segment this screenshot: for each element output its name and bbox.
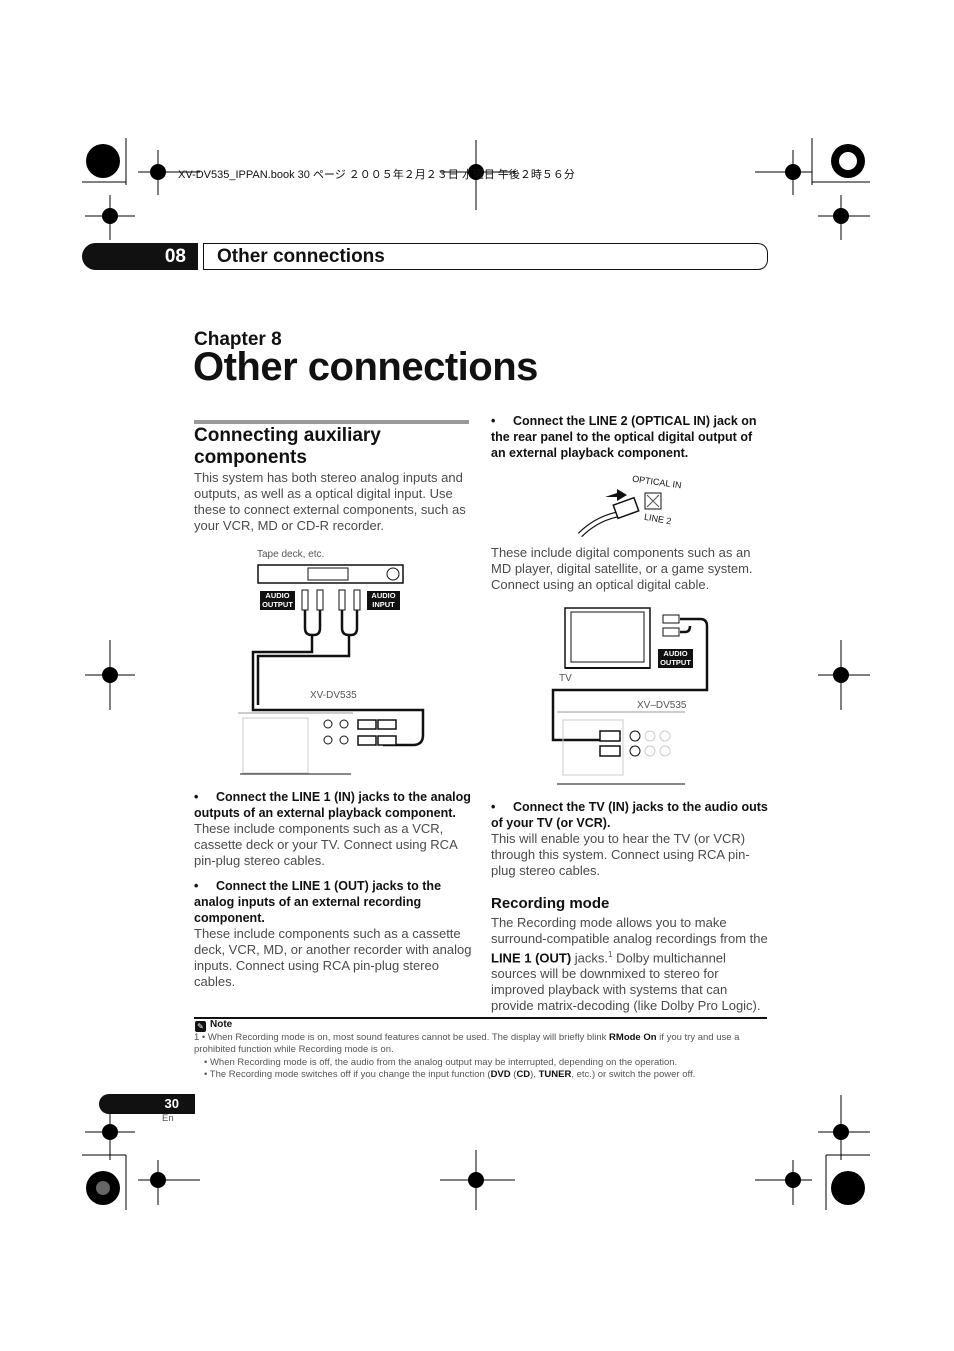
device-label: Tape deck, etc. xyxy=(257,549,325,560)
bullet-title: Connect the LINE 1 (IN) jacks to the ana… xyxy=(194,790,471,820)
audio-input-label: AUDIO INPUT xyxy=(367,591,400,610)
tv-diagram xyxy=(551,607,709,785)
bullet-title: Connect the LINE 1 (OUT) jacks to the an… xyxy=(194,879,442,925)
bullet-line1-in: • Connect the LINE 1 (IN) jacks to the an… xyxy=(194,790,471,868)
tv-icon xyxy=(564,607,651,669)
pencil-icon: ✎ xyxy=(195,1021,206,1032)
bullet-title: Connect the TV (IN) jacks to the audio o… xyxy=(491,800,768,830)
bullet-text: These include components such as a VCR, … xyxy=(194,821,458,868)
unit-label: XV-DV535 xyxy=(310,690,357,701)
section-rule xyxy=(194,420,469,424)
arrow-icon xyxy=(605,489,627,501)
tv-audio-output-label: AUDIO OUTPUT xyxy=(658,649,693,668)
bullet-text: These include components such as a casse… xyxy=(194,926,472,989)
chapter-number-tab: 08 xyxy=(82,243,198,270)
note-2: • When Recording mode is off, the audio … xyxy=(204,1057,678,1068)
page-title: Other connections xyxy=(193,345,538,389)
recording-mode-heading: Recording mode xyxy=(491,895,610,912)
rca-cables xyxy=(251,610,425,747)
bullet-line1-out: • Connect the LINE 1 (OUT) jacks to the a… xyxy=(194,879,472,989)
bullet-text: This will enable you to hear the TV (or … xyxy=(491,831,750,878)
section-heading: Connecting auxiliary components xyxy=(194,425,381,468)
crop-marks xyxy=(82,138,870,1210)
recording-mode-text: The Recording mode allows you to make su… xyxy=(491,915,768,1014)
page-number: 30 xyxy=(99,1094,195,1114)
header-title: Other connections xyxy=(203,243,768,270)
tv-label: TV xyxy=(559,673,572,684)
intro-text: This system has both stereo analog input… xyxy=(194,470,466,533)
bullet-line2-optical: • Connect the LINE 2 (OPTICAL IN) jack on… xyxy=(491,414,757,460)
audio-output-label: AUDIO OUTPUT xyxy=(260,591,295,610)
note-rule xyxy=(194,1017,767,1019)
note-heading: Note xyxy=(210,1019,233,1030)
print-header: XV-DV535_IPPAN.book 30 ページ ２００５年２月２３日 水曜… xyxy=(178,169,575,181)
note-3: • The Recording mode switches off if you… xyxy=(204,1069,696,1080)
tv-unit-label: XV–DV535 xyxy=(637,700,687,711)
rca-cables xyxy=(551,617,709,742)
language-label: En xyxy=(162,1113,174,1124)
optical-text: These include digital components such as… xyxy=(491,545,753,592)
bullet-tv-in: • Connect the TV (IN) jacks to the audio … xyxy=(491,800,768,878)
note-1: 1 • When Recording mode is on, most soun… xyxy=(194,1032,740,1055)
